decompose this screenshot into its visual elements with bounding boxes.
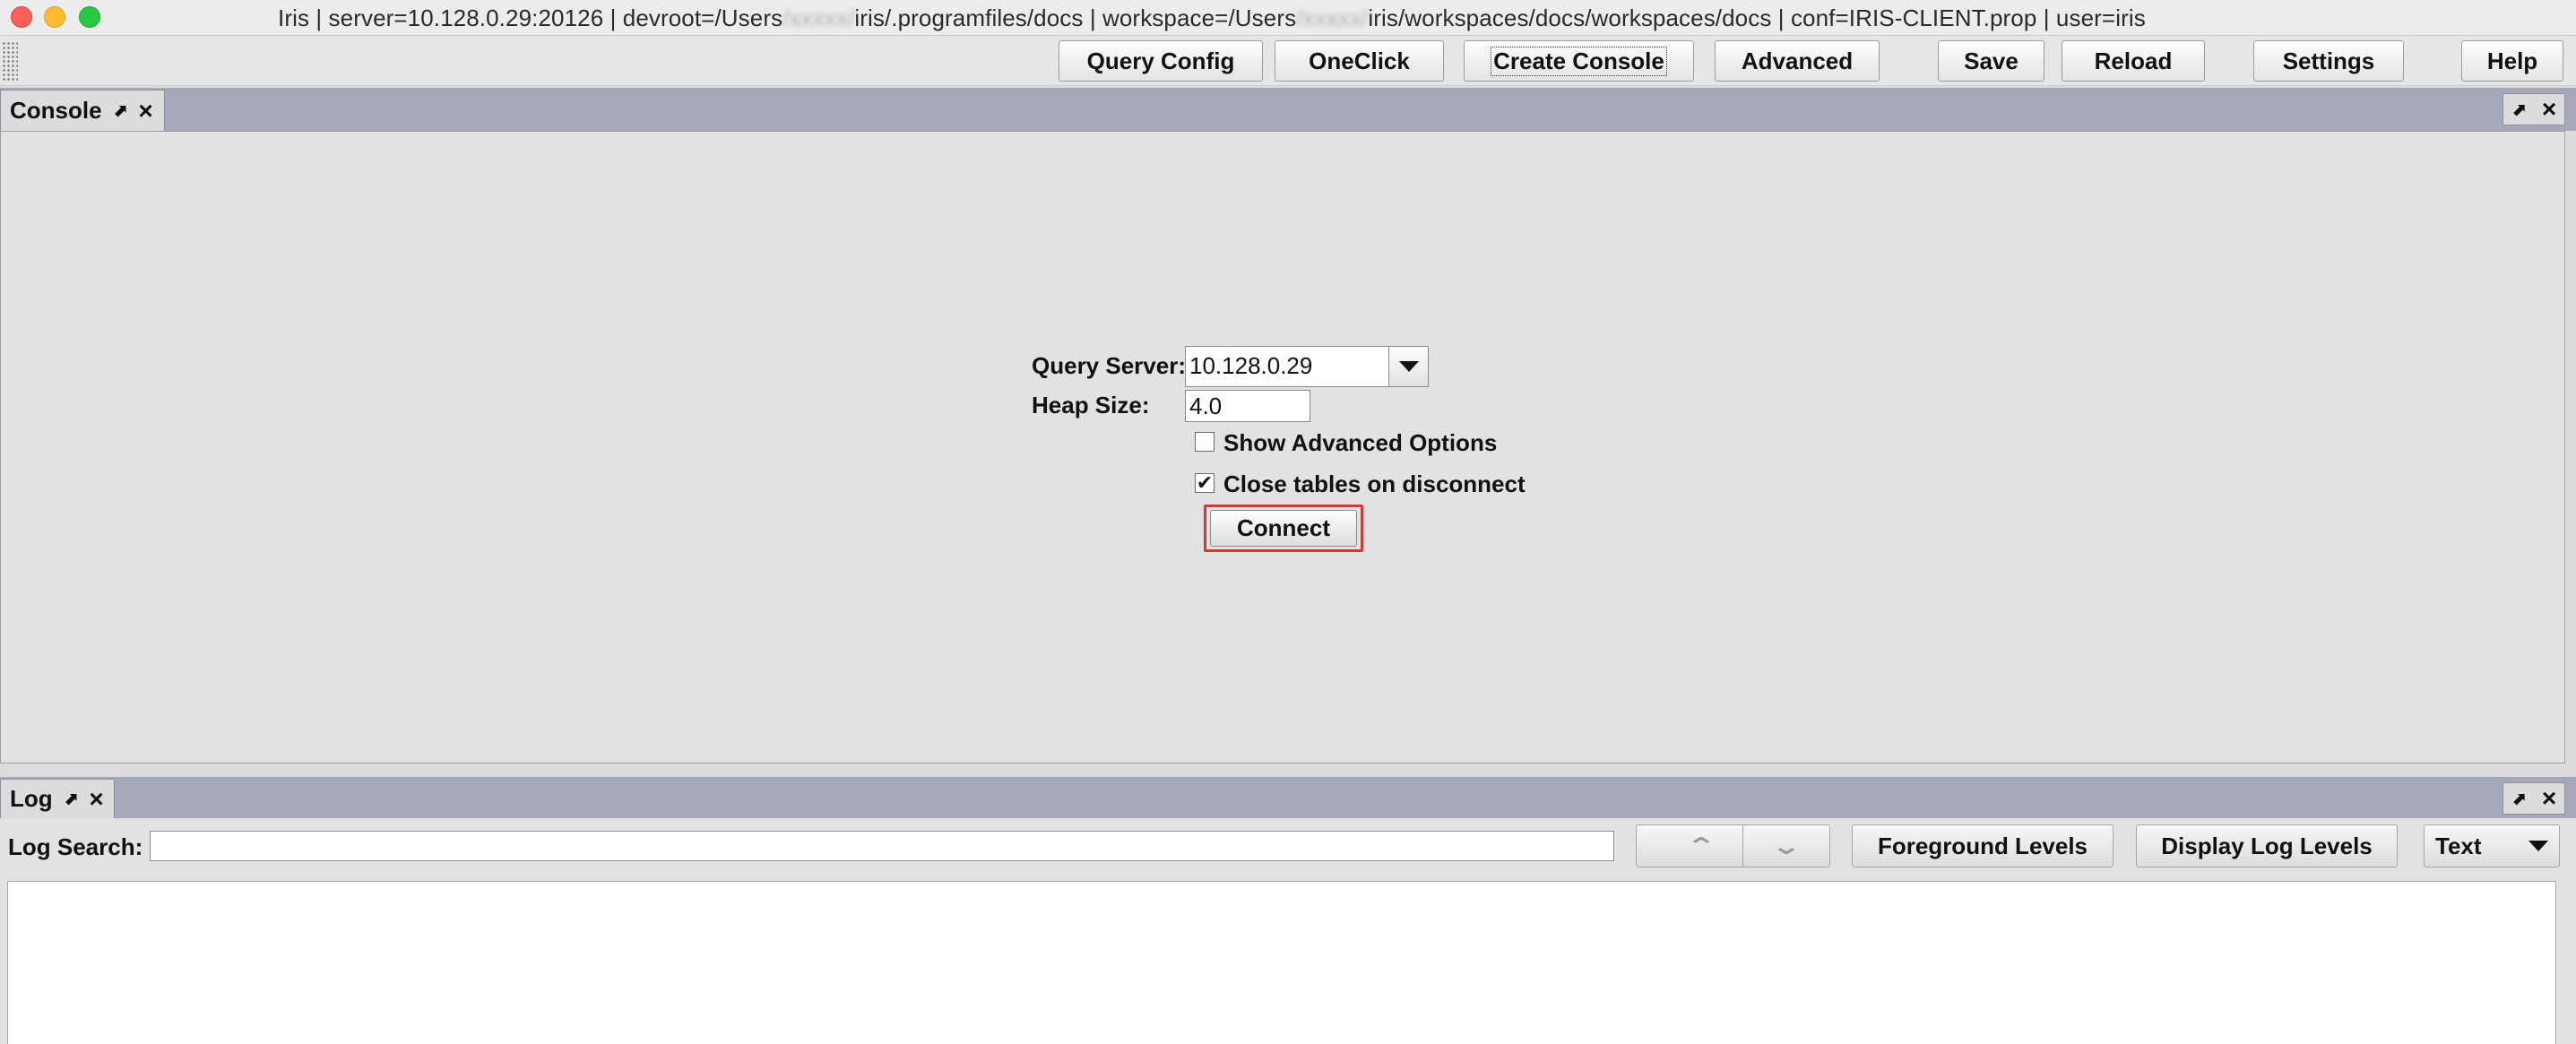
advanced-label: Advanced [1741,47,1854,74]
console-tab-label: Console [10,97,102,124]
pin-icon[interactable]: ⬈ [113,99,128,122]
chevron-down-icon [2528,841,2548,851]
reload-label: Reload [2094,47,2173,74]
console-tabstrip: Console ⬈ × ⬈ × [0,88,2576,131]
connect-button[interactable]: Connect [1210,510,1357,547]
help-button[interactable]: Help [2461,40,2563,82]
pin-icon[interactable]: ⬈ [2511,788,2527,810]
toolbar-grip-handle[interactable] [2,41,18,81]
create-console-button[interactable]: Create Console [1464,40,1694,82]
advanced-button[interactable]: Advanced [1715,40,1880,82]
help-label: Help [2486,47,2538,74]
query-config-label: Query Config [1086,47,1235,74]
show-advanced-label: Show Advanced Options [1223,429,1498,456]
log-format-value: Text [2435,832,2482,859]
create-console-label: Create Console [1491,46,1667,76]
close-icon[interactable]: × [2542,786,2556,811]
oneclick-button[interactable]: OneClick [1275,40,1444,82]
log-panel-controls: ⬈ × [2503,782,2565,815]
save-label: Save [1964,47,2018,74]
heap-size-input[interactable]: 4.0 [1185,390,1310,422]
save-button[interactable]: Save [1938,40,2044,82]
foreground-levels-button[interactable]: Foreground Levels [1852,824,2114,867]
close-icon[interactable]: × [89,786,103,812]
query-server-select[interactable]: 10.128.0.29 [1185,346,1429,387]
connect-label: Connect [1237,514,1330,541]
query-server-label: Query Server: [1032,352,1186,379]
close-icon[interactable]: × [2542,97,2556,122]
heap-size-label: Heap Size: [1032,392,1150,418]
chevron-down-icon: ⌄ [1770,832,1802,859]
show-advanced-checkbox[interactable] [1195,432,1215,452]
title-suffix: iris/workspaces/docs/workspaces/docs | c… [1368,4,2146,31]
foreground-levels-label: Foreground Levels [1877,832,2088,859]
log-output-area[interactable] [7,881,2556,1044]
tab-console[interactable]: Console ⬈ × [0,90,165,131]
minimize-window-button[interactable] [44,6,65,28]
pin-icon[interactable]: ⬈ [2511,99,2527,121]
close-tables-checkbox[interactable]: ✔ [1195,473,1215,493]
display-log-levels-button[interactable]: Display Log Levels [2136,824,2398,867]
log-tabstrip: Log ⬈ × ⬈ × [0,777,2576,818]
log-search-label: Log Search: [8,833,143,860]
title-middle: iris/.programfiles/docs | workspace=/Use… [854,4,1297,31]
blurred-username: /xxxxx/ [782,4,855,31]
console-panel-controls: ⬈ × [2503,93,2565,125]
pin-icon[interactable]: ⬈ [64,788,79,810]
reload-button[interactable]: Reload [2062,40,2205,82]
main-toolbar: Query Config OneClick Create Console Adv… [0,36,2576,86]
query-server-dropdown-button[interactable] [1388,347,1428,386]
title-prefix: Iris | server=10.128.0.29:20126 | devroo… [278,4,783,31]
log-search-input[interactable] [150,831,1614,861]
query-server-value: 10.128.0.29 [1189,352,1313,379]
tab-log[interactable]: Log ⬈ × [0,779,115,818]
close-tables-label: Close tables on disconnect [1223,470,1526,497]
blurred-username: /xxxxx/ [1296,4,1369,31]
window-titlebar: Iris | server=10.128.0.29:20126 | devroo… [0,0,2576,36]
query-config-button[interactable]: Query Config [1059,40,1263,82]
zoom-window-button[interactable] [79,6,100,28]
settings-button[interactable]: Settings [2253,40,2404,82]
settings-label: Settings [2282,47,2375,74]
close-icon[interactable]: × [138,98,152,124]
chevron-up-icon: ⌃ [1685,832,1717,859]
log-tab-label: Log [10,785,53,812]
log-format-select[interactable]: Text [2424,824,2560,867]
log-panel: Log Search: ⌃ ⌄ Foreground Levels Displa… [0,818,2576,1044]
close-window-button[interactable] [11,6,32,28]
chevron-down-icon [1398,361,1419,372]
display-log-levels-label: Display Log Levels [2161,832,2373,859]
window-title: Iris | server=10.128.0.29:20126 | devroo… [278,4,2146,32]
search-next-button[interactable]: ⌄ [1742,824,1830,867]
oneclick-label: OneClick [1309,47,1410,74]
